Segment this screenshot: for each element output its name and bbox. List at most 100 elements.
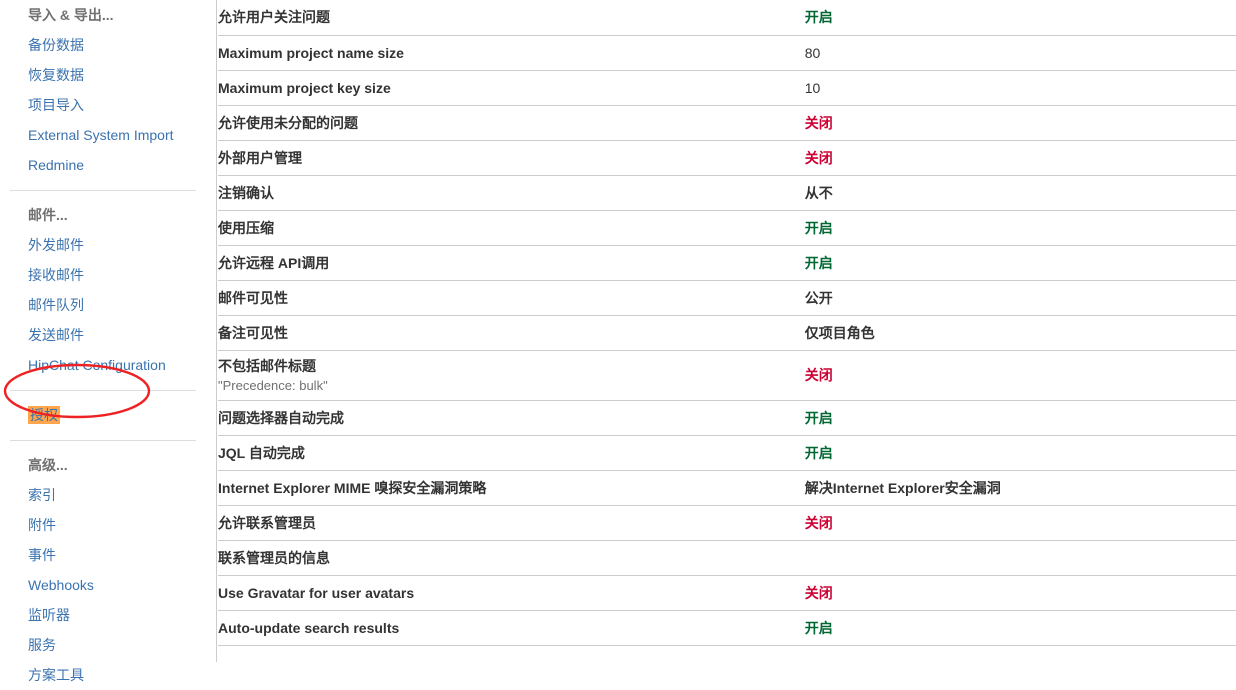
setting-name-label: Auto-update search results xyxy=(218,619,400,636)
setting-name-cell: 备注可见性 xyxy=(218,315,805,351)
setting-value-cell: 关闭 xyxy=(804,105,1236,141)
sidebar-item-3-section-1[interactable]: 项目导入 xyxy=(0,90,216,120)
settings-row[interactable]: 邮件可见性 公开 xyxy=(218,280,1236,316)
setting-name-cell: 允许使用未分配的问题 xyxy=(218,105,805,141)
setting-value-cell xyxy=(804,540,1236,576)
setting-value-label: 关闭 xyxy=(804,514,833,531)
setting-name-label: 使用压缩 xyxy=(218,219,274,236)
sidebar-section-header: 高级... xyxy=(28,457,68,473)
setting-name-label: 邮件可见性 xyxy=(218,289,288,306)
sidebar-item-label: 方案工具 xyxy=(28,667,84,683)
sidebar-item-3-section-2[interactable]: 邮件队列 xyxy=(0,290,216,320)
setting-name-cell: 不包括邮件标题 "Precedence: bulk" xyxy=(218,350,805,401)
sidebar-item-4-section-4[interactable]: Webhooks xyxy=(0,570,216,600)
general-settings-table: 允许用户关注问题 开启 Maximum project name size 80 Max… xyxy=(218,0,1236,646)
settings-row[interactable]: 使用压缩 开启 xyxy=(218,210,1236,246)
setting-value-cell: 开启 xyxy=(804,610,1236,646)
sidebar-item-7-section-4[interactable]: 方案工具 xyxy=(0,660,216,690)
setting-value-label: 公开 xyxy=(804,289,833,306)
settings-row[interactable]: Internet Explorer MIME 嗅探安全漏洞策略 解决Interne… xyxy=(218,470,1236,506)
setting-name-cell: 问题选择器自动完成 xyxy=(218,400,805,436)
sidebar-section: 授权 xyxy=(0,400,216,430)
sidebar-item-1-section-4[interactable]: 索引 xyxy=(0,480,216,510)
setting-name-label: 允许用户关注问题 xyxy=(218,9,330,26)
setting-name-cell: 外部用户管理 xyxy=(218,140,805,176)
setting-name-cell: JQL 自动完成 xyxy=(218,435,805,471)
settings-row[interactable]: 问题选择器自动完成 开启 xyxy=(218,400,1236,436)
settings-row[interactable]: 外部用户管理 关闭 xyxy=(218,140,1236,176)
setting-value-cell: 解决Internet Explorer安全漏洞 xyxy=(804,470,1236,506)
setting-name-label: 不包括邮件标题 xyxy=(218,357,316,374)
setting-name-label: 允许远程 API调用 xyxy=(218,254,330,271)
setting-name-label: 问题选择器自动完成 xyxy=(218,409,344,426)
sidebar-item-label: 恢复数据 xyxy=(28,67,84,83)
sidebar-item-5-section-4[interactable]: 监听器 xyxy=(0,600,216,630)
sidebar-item-label: 项目导入 xyxy=(28,97,84,113)
setting-value-label: 开启 xyxy=(804,409,833,426)
setting-value-cell: 开启 xyxy=(804,435,1236,471)
setting-name-label: 注销确认 xyxy=(218,184,274,201)
settings-row[interactable]: Maximum project name size 80 xyxy=(218,35,1236,71)
sidebar-item-label: 邮件队列 xyxy=(28,297,84,313)
sidebar-item-label: 外发邮件 xyxy=(28,237,84,253)
sidebar-item-1-section-2[interactable]: 外发邮件 xyxy=(0,230,216,260)
sidebar-item-1-section-3[interactable]: 授权 xyxy=(0,400,216,430)
sidebar-item-label: 事件 xyxy=(28,547,56,563)
settings-row[interactable]: JQL 自动完成 开启 xyxy=(218,435,1236,471)
sidebar-item-4-section-1[interactable]: External System Import xyxy=(0,120,216,150)
sidebar-section: 高级... 索引附件事件 Webhooks 监听器服务方案工具 xyxy=(0,450,216,690)
sidebar-item-3-section-4[interactable]: 事件 xyxy=(0,540,216,570)
setting-name-label: 允许联系管理员 xyxy=(218,514,316,531)
sidebar-item-2-section-4[interactable]: 附件 xyxy=(0,510,216,540)
settings-row[interactable]: 不包括邮件标题 "Precedence: bulk" 关闭 xyxy=(218,350,1236,401)
sidebar-item-label: External System Import xyxy=(28,127,174,143)
sidebar-item-5-section-2[interactable]: HipChat Configuration xyxy=(0,350,216,380)
settings-row[interactable]: Maximum project key size 10 xyxy=(218,70,1236,106)
setting-value-label: 关闭 xyxy=(804,584,833,601)
settings-row[interactable]: 允许联系管理员 关闭 xyxy=(218,505,1236,541)
settings-row[interactable]: 联系管理员的信息 xyxy=(218,540,1236,576)
setting-value-label: 开启 xyxy=(804,444,833,461)
sidebar-item-1-section-1[interactable]: 备份数据 xyxy=(0,30,216,60)
settings-row[interactable]: Use Gravatar for user avatars 关闭 xyxy=(218,575,1236,611)
setting-value-cell: 关闭 xyxy=(804,350,1236,401)
settings-row[interactable]: 注销确认 从不 xyxy=(218,175,1236,211)
sidebar-divider xyxy=(10,390,196,391)
setting-value-label: 开启 xyxy=(804,219,833,236)
settings-table-body: 允许用户关注问题 开启 Maximum project name size 80 Max… xyxy=(218,0,1236,646)
sidebar-item-label: 监听器 xyxy=(28,607,70,623)
sidebar-section: 导入 & 导出... 备份数据 恢复数据 项目导入 External System Im… xyxy=(0,0,216,180)
setting-value-label: 开启 xyxy=(804,9,833,26)
setting-name-label: 备注可见性 xyxy=(218,324,288,341)
sidebar-item-label: 索引 xyxy=(28,487,56,503)
setting-name-subtext: "Precedence: bulk" xyxy=(218,377,328,393)
settings-row[interactable]: 允许远程 API调用 开启 xyxy=(218,245,1236,281)
setting-name-cell: Auto-update search results xyxy=(218,610,805,646)
sidebar-item-6-section-4[interactable]: 服务 xyxy=(0,630,216,660)
setting-name-cell: 邮件可见性 xyxy=(218,280,805,316)
sidebar-item-2-section-1[interactable]: 恢复数据 xyxy=(0,60,216,90)
admin-settings-page: 导入 & 导出... 备份数据 恢复数据 项目导入 External System Im… xyxy=(0,0,1236,683)
sidebar-item-4-section-2[interactable]: 发送邮件 xyxy=(0,320,216,350)
sidebar-item-label: Redmine xyxy=(28,157,85,173)
setting-value-label: 从不 xyxy=(804,184,833,201)
sidebar-item-label: 接收邮件 xyxy=(28,267,84,283)
setting-value-cell: 80 xyxy=(804,35,1236,71)
settings-row[interactable]: 允许用户关注问题 开启 xyxy=(218,0,1236,36)
setting-value-cell: 从不 xyxy=(804,175,1236,211)
setting-name-cell: 使用压缩 xyxy=(218,210,805,246)
setting-name-label: 允许使用未分配的问题 xyxy=(218,114,358,131)
settings-content: 允许用户关注问题 开启 Maximum project name size 80 Max… xyxy=(218,0,1236,662)
setting-name-label: 外部用户管理 xyxy=(218,149,302,166)
setting-value-label: 关闭 xyxy=(804,367,833,383)
sidebar-item-label: 授权 xyxy=(28,406,60,424)
settings-row[interactable]: 备注可见性 仅项目角色 xyxy=(218,315,1236,351)
setting-value-cell: 开启 xyxy=(804,0,1236,36)
setting-value-label: 解决Internet Explorer安全漏洞 xyxy=(804,479,1001,496)
setting-name-cell: 允许用户关注问题 xyxy=(218,0,805,36)
settings-row[interactable]: 允许使用未分配的问题 关闭 xyxy=(218,105,1236,141)
setting-name-label: Internet Explorer MIME 嗅探安全漏洞策略 xyxy=(218,479,487,496)
sidebar-item-5-section-1[interactable]: Redmine xyxy=(0,150,216,180)
sidebar-item-2-section-2[interactable]: 接收邮件 xyxy=(0,260,216,290)
settings-row[interactable]: Auto-update search results 开启 xyxy=(218,610,1236,646)
